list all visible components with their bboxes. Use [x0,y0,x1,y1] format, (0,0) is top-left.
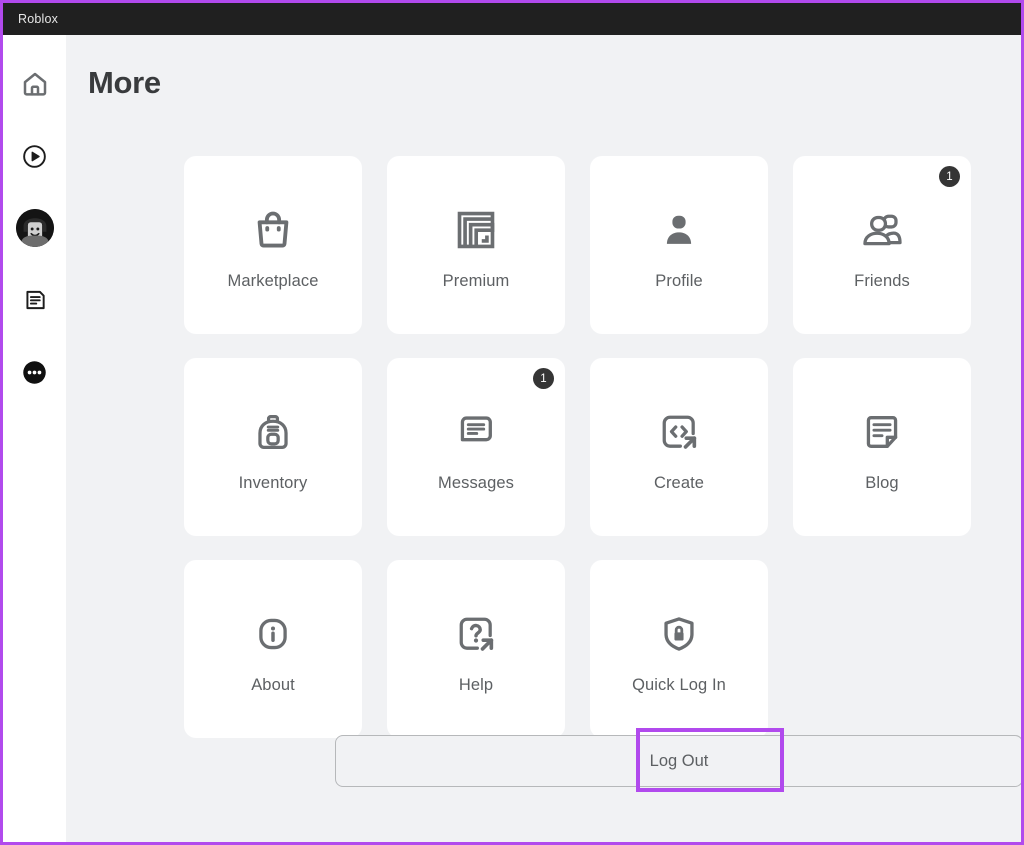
people-group-icon [859,200,905,260]
card-quick-log-in[interactable]: Quick Log In [590,560,768,738]
question-external-icon [453,604,499,664]
shopping-bag-icon [250,200,296,260]
card-friends[interactable]: 1 Friends [793,156,971,334]
code-external-icon [656,402,702,462]
card-label: Blog [865,473,899,492]
blog-document-icon [860,402,904,462]
left-nav-rail [3,35,66,842]
backpack-icon [250,402,296,462]
card-label: Quick Log In [632,675,726,694]
card-help[interactable]: Help [387,560,565,738]
ellipsis-filled-icon [21,359,48,386]
card-label: Marketplace [227,271,319,290]
card-inventory[interactable]: Inventory [184,358,362,536]
logout-button[interactable]: Log Out [335,735,1021,787]
sidebar-item-more[interactable] [15,352,55,392]
sidebar-item-chat[interactable] [15,280,55,320]
person-filled-icon [657,200,701,260]
info-icon [251,604,295,664]
sidebar-item-avatar[interactable] [15,208,55,248]
card-premium[interactable]: Premium [387,156,565,334]
home-icon [20,69,50,99]
chat-document-icon [22,287,48,313]
card-label: Profile [655,271,703,290]
card-create[interactable]: Create [590,358,768,536]
card-label: Premium [442,271,510,290]
card-label: Friends [854,271,910,290]
card-label: Messages [437,473,514,492]
card-marketplace[interactable]: Marketplace [184,156,362,334]
card-profile[interactable]: Profile [590,156,768,334]
card-about[interactable]: About [184,560,362,738]
play-circle-icon [21,143,48,170]
sidebar-item-home[interactable] [15,64,55,104]
card-blog[interactable]: Blog [793,358,971,536]
shield-lock-icon [658,604,700,664]
card-label: Help [458,675,494,694]
message-icon [454,402,498,462]
status-badge: 1 [533,368,554,389]
window-titlebar: Roblox [3,3,1021,35]
premium-spiral-icon [453,200,499,260]
sidebar-item-discover[interactable] [15,136,55,176]
app-body: More Marketplace Premium Profile 1 Frien… [3,35,1021,842]
status-badge: 1 [939,166,960,187]
main-content: More Marketplace Premium Profile 1 Frien… [66,35,1021,842]
avatar [15,209,54,247]
card-messages[interactable]: 1 Messages [387,358,565,536]
card-label: Create [653,473,705,492]
roblox-app-window: Roblox More Marketplace Premium Profile … [0,0,1024,845]
more-menu-grid: Marketplace Premium Profile 1 Friends In… [184,156,1021,738]
window-title: Roblox [18,12,59,26]
logout-row: Log Out [335,728,1021,792]
card-label: About [251,675,295,694]
card-label: Inventory [238,473,308,492]
page-title: More [88,65,161,100]
